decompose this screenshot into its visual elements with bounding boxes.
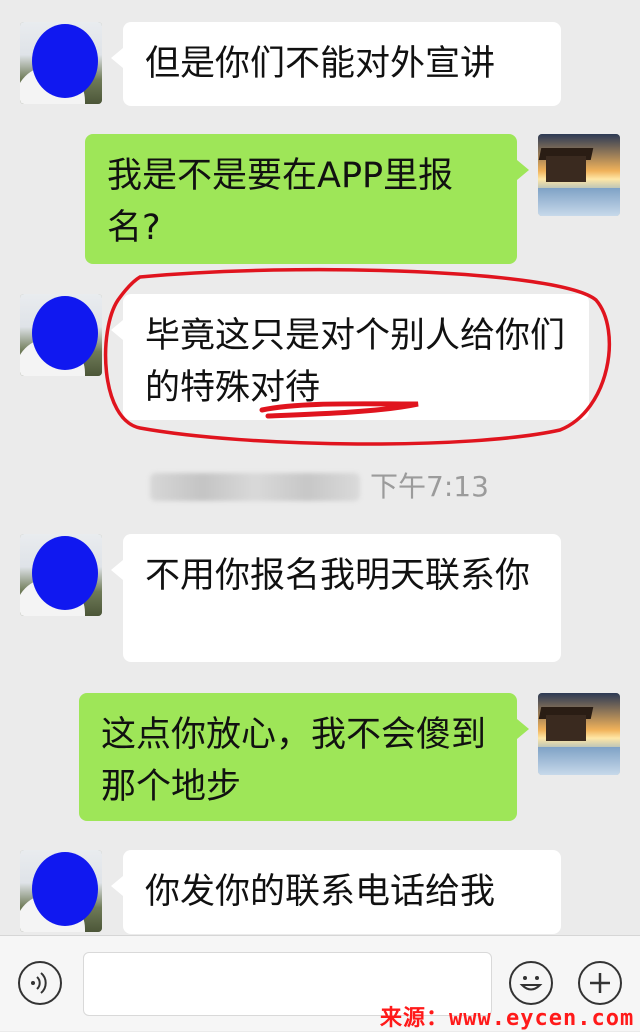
message-bubble[interactable]: 毕竟这只是对个别人给你们的特殊对待 <box>111 294 589 420</box>
timestamp-row: 下午7:13 <box>150 467 490 507</box>
avatar[interactable] <box>538 693 620 775</box>
message-bubble[interactable]: 你发你的联系电话给我 <box>111 850 561 934</box>
emoji-icon <box>519 976 543 991</box>
voice-button[interactable] <box>18 961 62 1005</box>
message-timestamp: 下午7:13 <box>370 470 489 503</box>
privacy-blur-overlay <box>32 24 98 98</box>
privacy-blur-overlay <box>32 852 98 926</box>
avatar[interactable] <box>20 294 102 376</box>
emoji-button[interactable] <box>509 961 553 1005</box>
plus-icon <box>590 973 610 993</box>
watermark: 来源：www.eycen.com <box>380 1006 635 1031</box>
privacy-blur-overlay <box>32 536 98 610</box>
blurred-name <box>150 473 360 501</box>
message-bubble[interactable]: 这点你放心，我不会傻到那个地步 <box>79 693 529 821</box>
avatar[interactable] <box>20 534 102 616</box>
avatar[interactable] <box>20 850 102 932</box>
message-bubble[interactable]: 我是不是要在APP里报名? <box>85 134 529 264</box>
privacy-blur-overlay <box>32 296 98 370</box>
plus-button[interactable] <box>578 961 622 1005</box>
message-bubble[interactable]: 但是你们不能对外宣讲 <box>111 22 561 106</box>
avatar[interactable] <box>538 134 620 216</box>
voice-icon <box>31 972 47 994</box>
avatar[interactable] <box>20 22 102 104</box>
message-bubble[interactable]: 不用你报名我明天联系你 <box>111 534 561 662</box>
